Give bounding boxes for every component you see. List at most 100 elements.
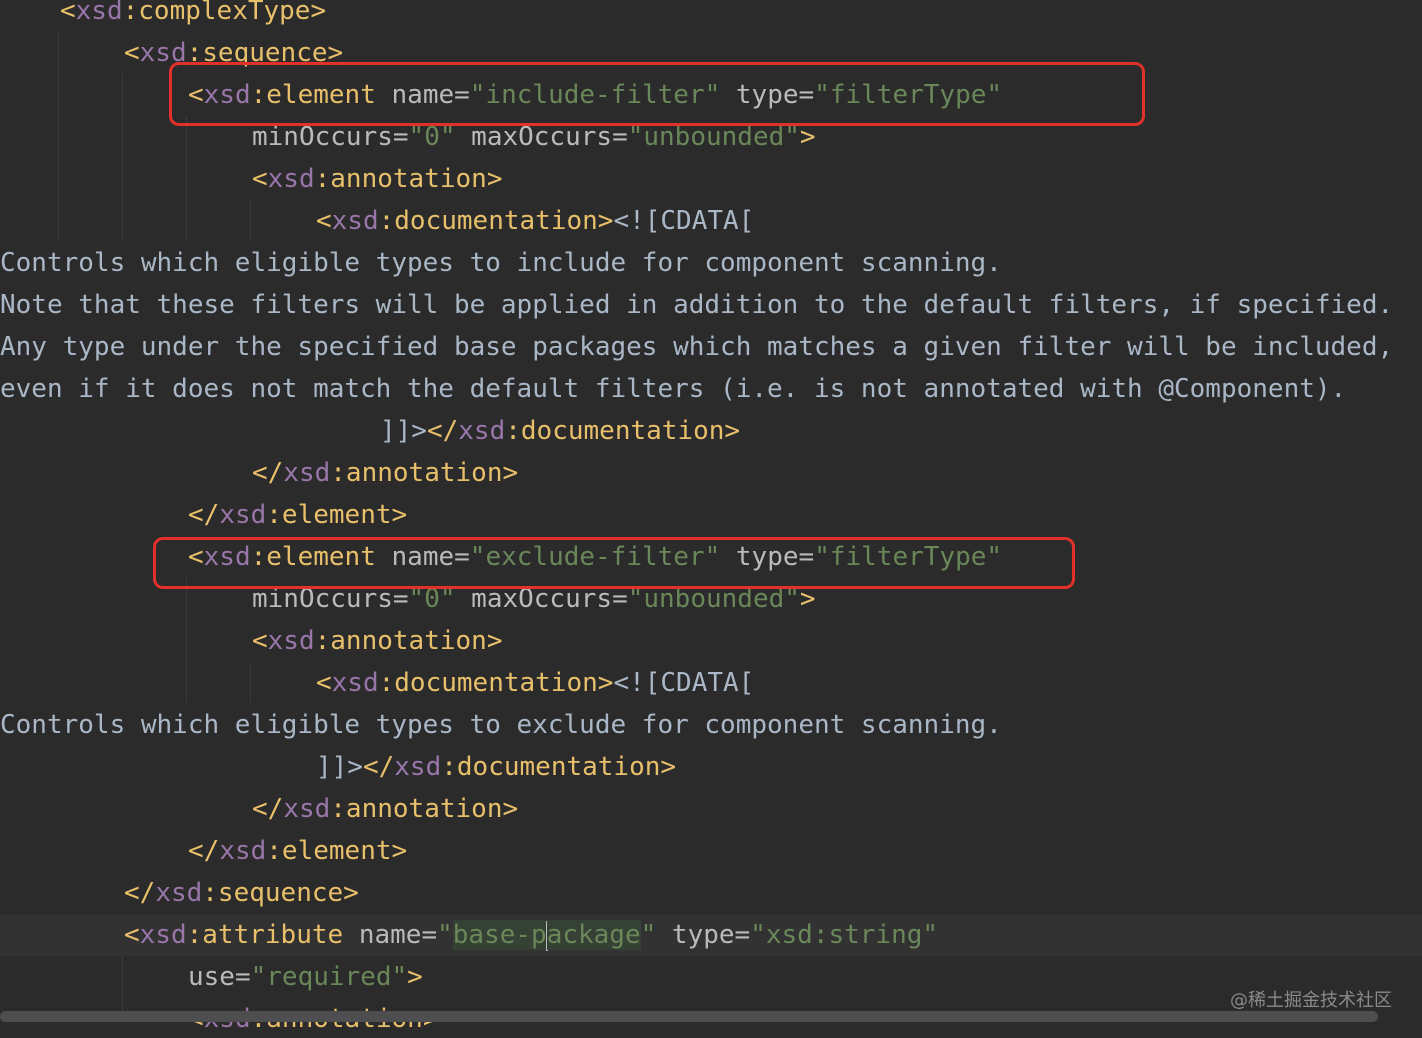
code-token-tag: :documentation <box>378 206 598 236</box>
code-token-ns: xsd <box>394 752 442 782</box>
code-token-bracket: > <box>724 416 741 446</box>
code-token-bracket: </ <box>252 458 284 488</box>
code-line[interactable]: Controls which eligible types to include… <box>0 242 1422 284</box>
code-token-ns: xsd <box>219 500 267 530</box>
code-token-tag: :annotation <box>314 626 487 656</box>
code-token-bracket: </ <box>188 500 220 530</box>
code-token-val: base-p <box>452 920 547 950</box>
code-line[interactable]: </xsd:element> <box>0 494 1422 536</box>
code-token-bracket: < <box>316 668 332 698</box>
code-token-tag: :sequence <box>202 878 344 908</box>
code-token-attr: type <box>656 920 735 950</box>
exclude-filter-highlight-box <box>153 537 1075 589</box>
code-token-bracket: > <box>597 668 614 698</box>
code-token-val: " <box>437 920 453 950</box>
code-line[interactable]: <xsd:annotation> <box>0 158 1422 200</box>
code-token-bracket: < <box>316 206 332 236</box>
code-token-eq: = <box>421 920 438 950</box>
code-token-val: " <box>640 920 657 950</box>
code-token-attr: use <box>188 962 235 992</box>
code-token-bracket: > <box>502 458 519 488</box>
code-token-ns: xsd <box>219 836 267 866</box>
code-line[interactable]: Note that these filters will be applied … <box>0 284 1422 326</box>
code-line[interactable]: ]]></xsd:documentation> <box>0 410 1422 452</box>
code-token-cdata: ]]> <box>316 752 363 782</box>
code-token-cdata: ]]> <box>380 416 427 446</box>
code-line[interactable]: <xsd:attribute name="base-package" type=… <box>0 914 1422 956</box>
code-line[interactable]: <xsd:complexType> <box>0 0 1422 32</box>
code-token-val: "0" <box>408 122 456 152</box>
code-editor[interactable]: <xsd:complexType> <xsd:sequence> <xsd:elem… <box>0 0 1422 1038</box>
code-token-bracket: < <box>252 164 268 194</box>
code-token-bracket: </ <box>362 752 395 782</box>
code-token-tag: :complexType <box>122 0 311 26</box>
code-token-attr: name <box>343 920 422 950</box>
code-token-bracket: > <box>486 164 503 194</box>
code-line[interactable]: </xsd:sequence> <box>0 872 1422 914</box>
code-line[interactable]: even if it does not match the default fi… <box>0 368 1422 410</box>
code-token-ns: xsd <box>139 920 187 950</box>
code-line[interactable]: </xsd:annotation> <box>0 788 1422 830</box>
code-token-bracket: > <box>391 500 408 530</box>
code-token-bracket: > <box>799 122 816 152</box>
code-token-bracket: </ <box>124 878 156 908</box>
code-token-tag: :element <box>266 836 392 866</box>
code-token-bracket: </ <box>426 416 459 446</box>
code-token-val: "unbounded" <box>627 122 800 152</box>
code-token-attr: minOccurs <box>252 122 393 152</box>
code-token-eq: = <box>734 920 751 950</box>
code-token-text: Controls which eligible types to exclude… <box>0 710 1002 740</box>
code-token-text: Controls which eligible types to include… <box>0 248 1002 278</box>
code-token-val: "required" <box>250 962 408 992</box>
code-token-ns: xsd <box>283 794 331 824</box>
code-token-bracket: > <box>343 878 359 908</box>
code-token-eq: = <box>234 962 251 992</box>
code-token-tag: :element <box>266 500 392 530</box>
code-line[interactable]: Controls which eligible types to exclude… <box>0 704 1422 746</box>
code-token-tag: :annotation <box>330 458 503 488</box>
code-line[interactable]: </xsd:element> <box>0 830 1422 872</box>
code-token-bracket: < <box>124 38 140 68</box>
code-token-ns: xsd <box>267 164 315 194</box>
horizontal-scrollbar[interactable] <box>0 1011 1378 1022</box>
code-token-tag: :attribute <box>186 920 344 950</box>
watermark: @稀土掘金技术社区 <box>1230 990 1392 1011</box>
code-token-bracket: </ <box>188 836 220 866</box>
code-token-ns: xsd <box>75 0 123 26</box>
code-line[interactable]: use="required"> <box>0 956 1422 998</box>
code-token-eq: = <box>612 122 628 152</box>
code-token-tag: :documentation <box>441 752 661 782</box>
code-token-ns: xsd <box>267 626 315 656</box>
code-token-bracket: </ <box>252 794 284 824</box>
code-token-text: Any type under the specified base packag… <box>0 332 1394 362</box>
code-token-eq: = <box>392 122 409 152</box>
code-token-cdata: <![CDATA[ <box>613 668 755 698</box>
code-line[interactable]: </xsd:annotation> <box>0 452 1422 494</box>
code-line[interactable]: <xsd:documentation><![CDATA[ <box>0 200 1422 242</box>
code-token-bracket: < <box>252 626 268 656</box>
code-token-bracket: < <box>124 920 140 950</box>
code-token-cdata: <![CDATA[ <box>613 206 755 236</box>
code-token-tag: :annotation <box>330 794 503 824</box>
code-token-text: even if it does not match the default fi… <box>0 374 1347 404</box>
code-token-ns: xsd <box>458 416 506 446</box>
code-token-bracket: > <box>310 0 327 26</box>
code-line[interactable]: ]]></xsd:documentation> <box>0 746 1422 788</box>
code-token-bracket: > <box>660 752 677 782</box>
code-token-tag: :annotation <box>314 164 487 194</box>
code-token-bracket: > <box>407 962 423 992</box>
code-line[interactable]: Any type under the specified base packag… <box>0 326 1422 368</box>
code-token-bracket: > <box>391 836 408 866</box>
code-token-bracket: > <box>502 794 519 824</box>
code-token-bracket: < <box>60 0 76 26</box>
code-line[interactable]: <xsd:annotation> <box>0 620 1422 662</box>
code-token-tag: :documentation <box>505 416 725 446</box>
code-token-text: Note that these filters will be applied … <box>0 290 1394 320</box>
code-token-val: ackage <box>546 920 641 950</box>
include-filter-highlight-box <box>169 62 1145 126</box>
code-token-ns: xsd <box>331 206 379 236</box>
code-token-ns: xsd <box>155 878 203 908</box>
code-token-val: "xsd:string" <box>750 920 939 950</box>
code-line[interactable]: <xsd:documentation><![CDATA[ <box>0 662 1422 704</box>
code-token-ns: xsd <box>331 668 379 698</box>
